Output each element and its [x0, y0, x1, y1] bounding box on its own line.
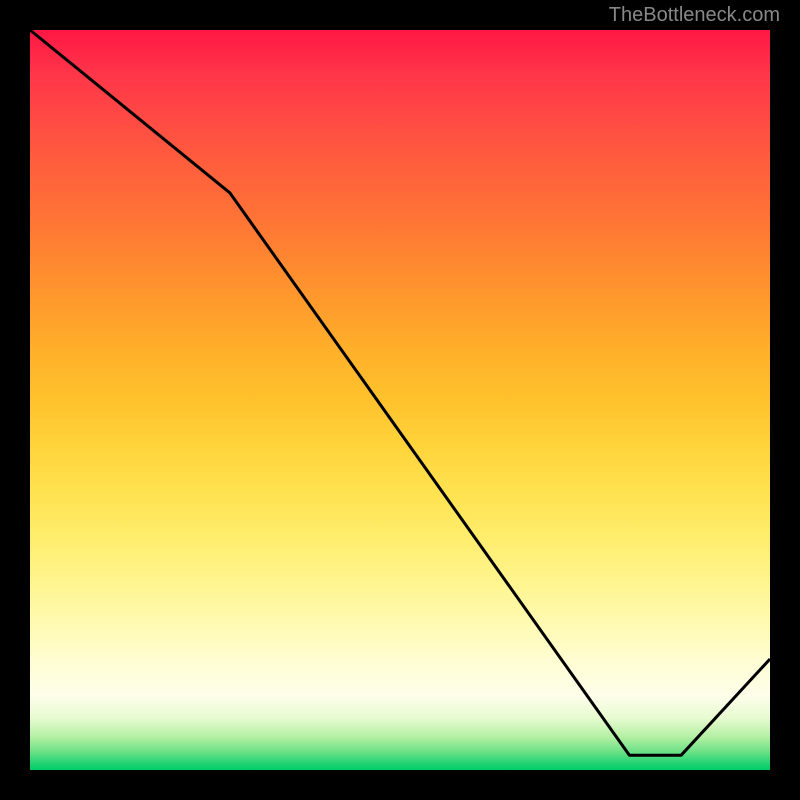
plot-area [30, 30, 770, 770]
watermark-text: TheBottleneck.com [609, 4, 780, 27]
chart-container: TheBottleneck.com [0, 0, 800, 800]
chart-background-gradient [30, 30, 770, 770]
